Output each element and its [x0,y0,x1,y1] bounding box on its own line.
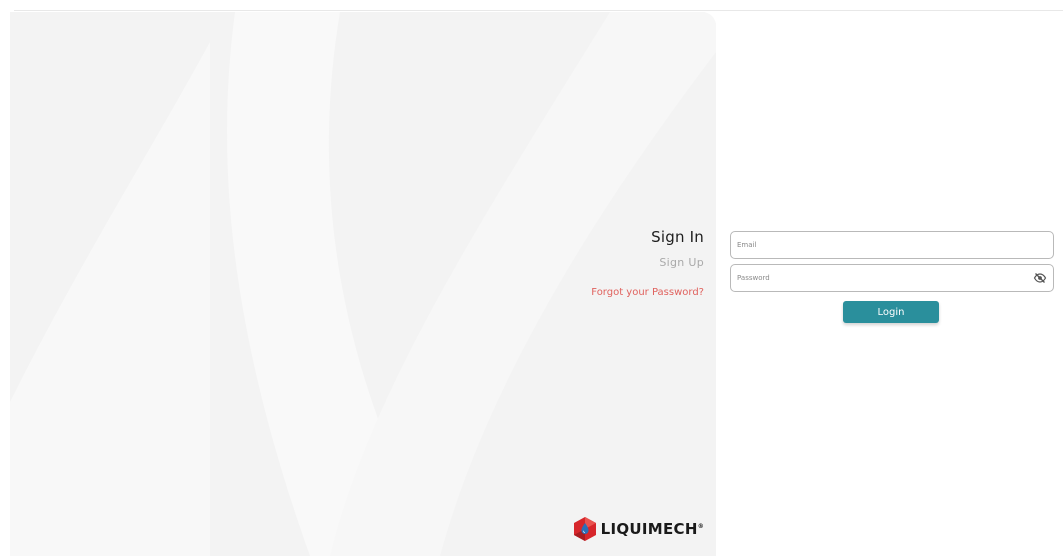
sign-in-tab[interactable]: Sign In [591,228,704,246]
login-form: Login [730,231,1054,323]
top-divider [14,10,1063,11]
email-input[interactable] [737,232,1027,258]
password-field-box [730,264,1054,292]
email-field-box [730,231,1054,259]
brand-logo: LIQUIMECH® [572,516,704,542]
password-input[interactable] [737,265,1027,291]
auth-side-panel: Sign In Sign Up Forgot your Password? LI… [10,12,716,556]
eye-slash-icon[interactable] [1033,271,1047,285]
login-button[interactable]: Login [843,301,939,323]
liquimech-hexagon-icon [573,517,596,541]
forgot-password-link[interactable]: Forgot your Password? [591,287,704,298]
brand-name: LIQUIMECH® [600,520,704,538]
sign-up-tab[interactable]: Sign Up [591,256,704,269]
login-page: Sign In Sign Up Forgot your Password? LI… [0,0,1063,556]
auth-mode-links: Sign In Sign Up Forgot your Password? [591,228,704,298]
